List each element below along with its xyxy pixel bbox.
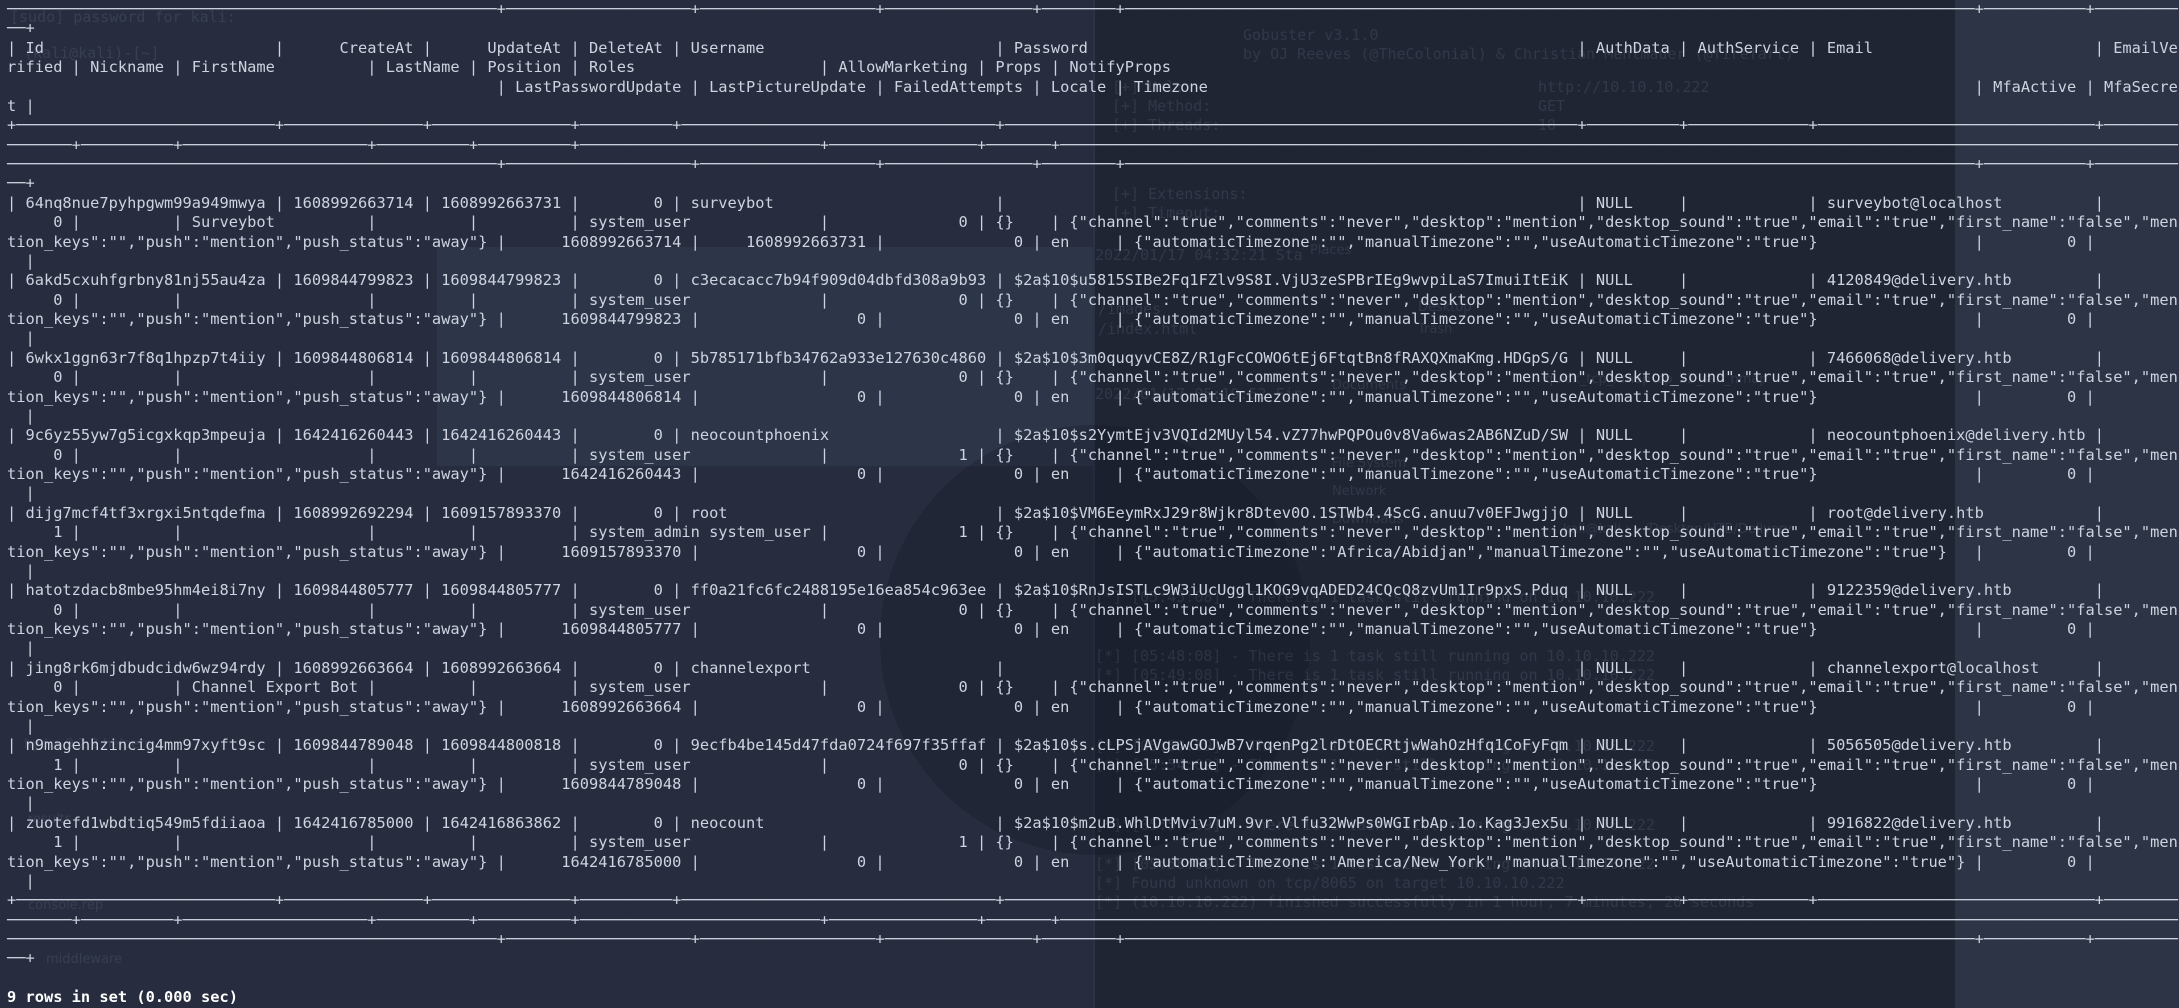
terminal-line: rified | Nickname | FirstName | LastName… <box>7 58 2178 77</box>
terminal-line: 1 | | | | | system_admin system_user | 1… <box>7 523 2178 542</box>
terminal-line: | 6wkx1ggn63r7f8q1hpzp7t4iiy | 160984480… <box>7 349 2178 368</box>
terminal-line: 0 | | | | | system_user | 0 | {} | {"cha… <box>7 601 2178 620</box>
terminal-line: ───────+──────────+────────────────────+… <box>7 136 2178 155</box>
terminal-line: tion_keys":"","push":"mention","push_sta… <box>7 698 2178 717</box>
terminal-line: | <box>7 252 2178 271</box>
terminal-line: ────────────────────────────────────────… <box>7 0 2178 19</box>
terminal-line: 1 | | | | | system_user | 1 | {} | {"cha… <box>7 833 2178 852</box>
terminal-line: 0 | | Channel Export Bot | | | system_us… <box>7 678 2178 697</box>
terminal-line: ────────────────────────────────────────… <box>7 930 2178 949</box>
terminal-line: | Id | CreateAt | UpdateAt | DeleteAt | … <box>7 39 2178 58</box>
terminal-line: | <box>7 407 2178 426</box>
terminal-line: 1 | | | | | system_user | 0 | {} | {"cha… <box>7 756 2178 775</box>
terminal-line: | 6akd5cxuhfgrbny81nj55au4za | 160984479… <box>7 271 2178 290</box>
terminal-line: tion_keys":"","push":"mention","push_sta… <box>7 310 2178 329</box>
terminal-line: | 64nq8nue7pyhpgwm99a949mwya | 160899266… <box>7 194 2178 213</box>
terminal-line: tion_keys":"","push":"mention","push_sta… <box>7 543 2178 562</box>
terminal-line: tion_keys":"","push":"mention","push_sta… <box>7 620 2178 639</box>
terminal-line: | <box>7 639 2178 658</box>
terminal-line: 0 | | | | | system_user | 0 | {} | {"cha… <box>7 368 2178 387</box>
terminal-line: | n9magehhzincig4mm97xyft9sc | 160984478… <box>7 736 2178 755</box>
terminal-line: tion_keys":"","push":"mention","push_sta… <box>7 465 2178 484</box>
terminal-line: | zuotefd1wbdtiq549m5fdiiaoa | 164241678… <box>7 814 2178 833</box>
terminal-line: 0 | | | | | system_user | 1 | {} | {"cha… <box>7 446 2178 465</box>
terminal-line <box>7 969 2178 988</box>
terminal-line: t | <box>7 97 2178 116</box>
terminal-line: ──+ <box>7 949 2178 968</box>
terminal-line: ────────────────────────────────────────… <box>7 155 2178 174</box>
terminal-line: +────────────────────────────+──────────… <box>7 891 2178 910</box>
terminal-line: | <box>7 794 2178 813</box>
status-line: 9 rows in set (0.000 sec) <box>7 988 2178 1007</box>
terminal-line: +────────────────────────────+──────────… <box>7 116 2178 135</box>
terminal-line: | dijg7mcf4tf3xrgxi5ntqdefma | 160899269… <box>7 504 2178 523</box>
terminal-line: | hatotzdacb8mbe95hm4ei8i7ny | 160984480… <box>7 581 2178 600</box>
terminal-line: | LastPasswordUpdate | LastPictureUpdate… <box>7 78 2178 97</box>
terminal-line: | <box>7 329 2178 348</box>
terminal-line: 0 | | | | | system_user | 0 | {} | {"cha… <box>7 291 2178 310</box>
terminal-line: tion_keys":"","push":"mention","push_sta… <box>7 233 2178 252</box>
terminal-line: 0 | | Surveybot | | | system_user | 0 | … <box>7 213 2178 232</box>
terminal-line: ───────+──────────+────────────────────+… <box>7 911 2178 930</box>
terminal-line: | jing8rk6mjdbudcidw6wz94rdy | 160899266… <box>7 659 2178 678</box>
terminal-line: tion_keys":"","push":"mention","push_sta… <box>7 775 2178 794</box>
terminal-line: | <box>7 484 2178 503</box>
terminal-line: | <box>7 562 2178 581</box>
terminal-line: ──+ <box>7 174 2178 193</box>
terminal-line: tion_keys":"","push":"mention","push_sta… <box>7 388 2178 407</box>
screen: { "terminal": { "background_color": "#27… <box>0 0 2179 1008</box>
terminal-line: | 9c6yz55yw7g5icgxkqp3mpeuja | 164241626… <box>7 426 2178 445</box>
terminal-output: ────────────────────────────────────────… <box>7 0 2178 1008</box>
terminal-line: tion_keys":"","push":"mention","push_sta… <box>7 853 2178 872</box>
terminal-line: | <box>7 872 2178 891</box>
terminal-line: | <box>7 717 2178 736</box>
terminal-line: ──+ <box>7 19 2178 38</box>
